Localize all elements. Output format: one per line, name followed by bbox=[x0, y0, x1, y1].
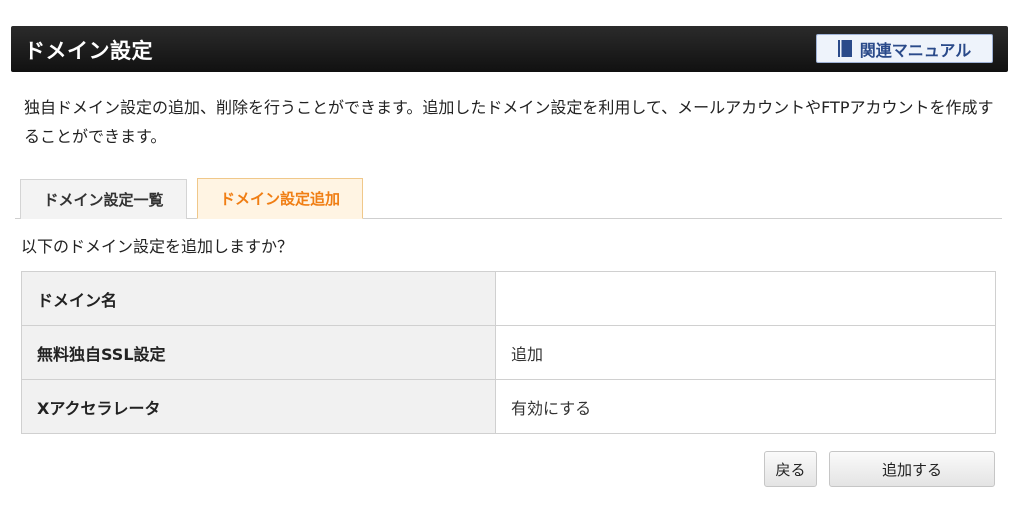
confirm-table: ドメイン名 無料独自SSL設定 追加 Xアクセラレータ 有効にする bbox=[21, 271, 996, 434]
tab-domain-list[interactable]: ドメイン設定一覧 bbox=[20, 179, 187, 219]
add-button[interactable]: 追加する bbox=[829, 451, 995, 487]
row-label-free-ssl: 無料独自SSL設定 bbox=[21, 325, 496, 380]
table-row: ドメイン名 bbox=[21, 271, 996, 326]
row-value-free-ssl: 追加 bbox=[495, 325, 996, 380]
related-manual-label: 関連マニュアル bbox=[859, 40, 972, 60]
confirm-message: 以下のドメイン設定を追加しますか？ bbox=[21, 237, 294, 256]
page-description: 独自ドメイン設定の追加、削除を行うことができます。追加したドメイン設定を利用して… bbox=[24, 98, 994, 146]
row-label-x-accelerator: Xアクセラレータ bbox=[21, 379, 496, 434]
tab-domain-add[interactable]: ドメイン設定追加 bbox=[197, 178, 363, 219]
row-label-domain-name: ドメイン名 bbox=[21, 271, 496, 326]
table-row: 無料独自SSL設定 追加 bbox=[21, 325, 996, 380]
related-manual-button[interactable]: 関連マニュアル bbox=[816, 34, 993, 63]
tab-domain-list-label: ドメイン設定一覧 bbox=[43, 191, 164, 209]
row-value-domain-name bbox=[495, 271, 996, 326]
page-title: ドメイン設定 bbox=[24, 39, 153, 63]
page-header: ドメイン設定 関連マニュアル bbox=[11, 26, 1008, 72]
tab-bar: ドメイン設定一覧 ドメイン設定追加 bbox=[15, 178, 1002, 219]
row-value-x-accelerator: 有効にする bbox=[495, 379, 996, 434]
back-button[interactable]: 戻る bbox=[764, 451, 817, 487]
book-icon bbox=[837, 40, 852, 57]
table-row: Xアクセラレータ 有効にする bbox=[21, 379, 996, 434]
tab-domain-add-label: ドメイン設定追加 bbox=[219, 190, 340, 208]
